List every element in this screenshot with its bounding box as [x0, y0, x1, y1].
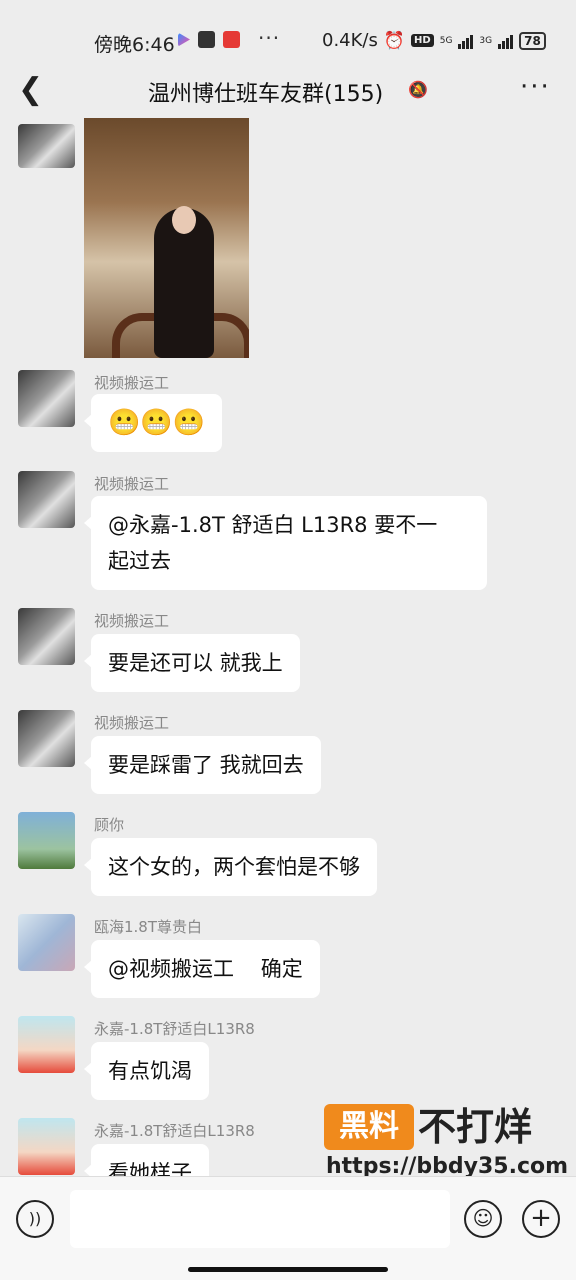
input-bar: )) ☺ + [0, 1176, 576, 1280]
message-line: 起过去 [108, 549, 171, 573]
chat-title[interactable]: 温州博仕班车友群(155) [148, 76, 383, 108]
chat-header: ❮ 温州博仕班车友群(155) 🔕 ··· [0, 60, 576, 122]
avatar[interactable] [18, 710, 75, 767]
net-speed: 0.4K/s [322, 30, 378, 51]
message-bubble[interactable]: 要是踩雷了 我就回去 [84, 736, 321, 794]
message-bubble[interactable]: 这个女的，两个套怕是不够 [84, 838, 377, 896]
photo-face [172, 206, 196, 234]
sender-name: 视频搬运工 [94, 475, 170, 493]
news-app-icon [223, 31, 240, 48]
signal-icon [458, 33, 474, 49]
watermark-main: 不打烊 [418, 1105, 533, 1149]
avatar[interactable] [18, 608, 75, 665]
watermark-tag: 黑料 [324, 1104, 414, 1150]
message-bubble[interactable]: @视频搬运工 确定 [84, 940, 320, 998]
avatar[interactable] [18, 1118, 75, 1175]
home-indicator[interactable] [188, 1267, 388, 1272]
sender-name: 视频搬运工 [94, 374, 170, 392]
hd-badge: HD [411, 34, 434, 47]
message-bubble[interactable]: 有点饥渴 [84, 1042, 209, 1100]
play-icon [178, 32, 190, 47]
app-icon [198, 31, 215, 48]
message-bubble[interactable]: 要是还可以 就我上 [84, 634, 300, 692]
message-line: @永嘉-1.8T 舒适白 L13R8 要不一 [108, 513, 438, 537]
more-menu-button[interactable]: ··· [520, 72, 551, 102]
status-time: 傍晚6:46 [94, 34, 175, 56]
message-bubble[interactable]: 看她样子 [84, 1144, 209, 1176]
message-input[interactable] [70, 1190, 450, 1248]
avatar[interactable] [18, 124, 75, 168]
voice-icon[interactable]: )) [16, 1200, 54, 1238]
bell-muted-icon: 🔕 [408, 80, 428, 99]
sender-name: 视频搬运工 [94, 714, 170, 732]
sender-name: 顾你 [94, 816, 125, 834]
image-message[interactable] [84, 118, 249, 358]
status-right: 0.4K/s ⏰ HD 5G 3G 78 [322, 30, 546, 51]
sender-name: 永嘉-1.8T舒适白L13R8 [94, 1122, 255, 1140]
status-more-icon: ··· [258, 26, 281, 50]
message-bubble[interactable]: 😬😬😬 [83, 394, 223, 452]
alarm-icon: ⏰ [383, 30, 406, 51]
signal-icon-2 [498, 33, 514, 49]
sender-name: 视频搬运工 [94, 612, 170, 630]
battery-icon: 78 [519, 31, 546, 50]
message-bubble[interactable]: @永嘉-1.8T 舒适白 L13R8 要不一 起过去 [84, 496, 487, 590]
net1-label: 5G [439, 35, 453, 46]
avatar[interactable] [18, 812, 75, 869]
message-list[interactable]: 视频搬运工 😬😬😬 视频搬运工 @永嘉-1.8T 舒适白 L13R8 要不一 起… [0, 118, 576, 1176]
plus-icon[interactable]: + [522, 1200, 560, 1238]
sender-name: 永嘉-1.8T舒适白L13R8 [94, 1020, 255, 1038]
status-app-icons [178, 31, 240, 48]
chevron-left-icon[interactable]: ❮ [18, 75, 43, 105]
avatar[interactable] [18, 471, 75, 528]
net2-label: 3G [479, 35, 493, 46]
avatar[interactable] [18, 914, 75, 971]
sender-name: 瓯海1.8T尊贵白 [94, 918, 203, 936]
avatar[interactable] [18, 370, 75, 427]
avatar[interactable] [18, 1016, 75, 1073]
emoji-icon[interactable]: ☺ [464, 1200, 502, 1238]
